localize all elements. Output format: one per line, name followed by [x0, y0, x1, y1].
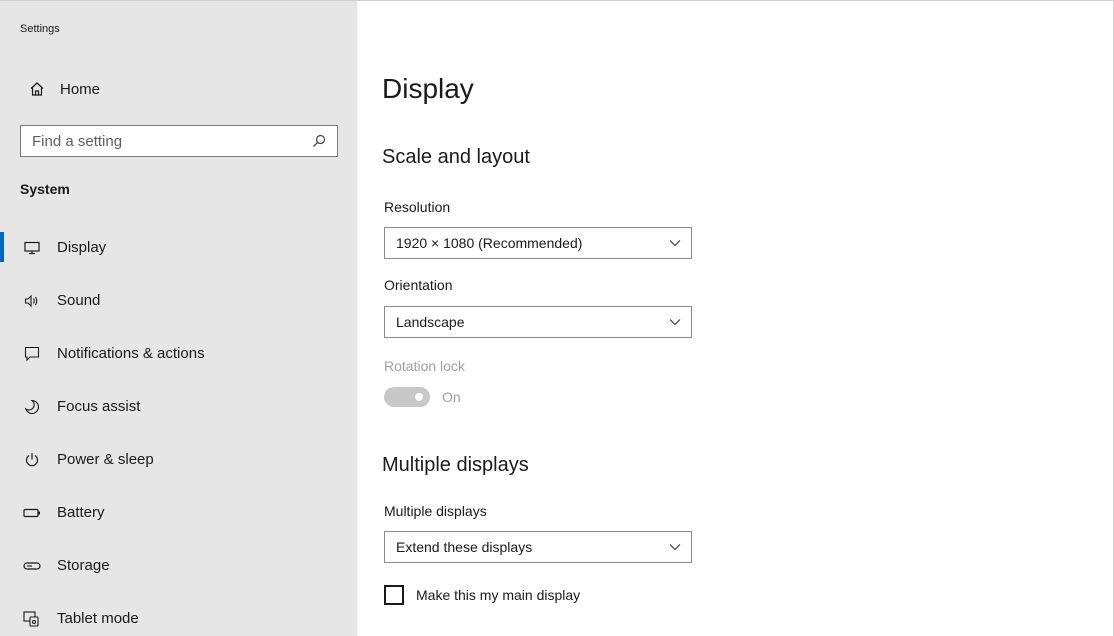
sidebar-item-label: Notifications & actions — [57, 345, 205, 362]
section-heading-scale-layout: Scale and layout — [382, 146, 530, 168]
app-title: Settings — [20, 23, 60, 35]
sidebar-item-display[interactable]: Display — [0, 221, 357, 274]
main-display-checkbox-row[interactable]: Make this my main display — [384, 585, 580, 605]
sidebar-item-storage[interactable]: Storage — [0, 539, 357, 592]
sidebar-item-power-sleep[interactable]: Power & sleep — [0, 433, 357, 486]
tablet-mode-icon — [23, 610, 41, 628]
search-input[interactable] — [32, 132, 292, 150]
sidebar-item-label: Battery — [57, 504, 105, 521]
moon-icon — [23, 398, 41, 416]
orientation-dropdown[interactable]: Landscape — [384, 306, 692, 338]
multiple-displays-dropdown[interactable]: Extend these displays — [384, 531, 692, 563]
resolution-value: 1920 × 1080 (Recommended) — [396, 235, 583, 251]
resolution-dropdown[interactable]: 1920 × 1080 (Recommended) — [384, 227, 692, 259]
orientation-label: Orientation — [384, 277, 453, 293]
home-icon — [28, 80, 46, 98]
page-title: Display — [382, 73, 474, 104]
monitor-icon — [23, 239, 41, 257]
main-content: Display Scale and layout Resolution 1920… — [357, 1, 1113, 636]
toggle-knob — [415, 393, 423, 401]
sidebar-item-label: Power & sleep — [57, 451, 154, 468]
orientation-value: Landscape — [396, 314, 465, 330]
power-icon — [23, 451, 41, 469]
multiple-displays-value: Extend these displays — [396, 539, 533, 555]
sidebar-item-label: Display — [57, 239, 107, 256]
notification-icon — [23, 345, 41, 363]
battery-icon — [23, 504, 41, 522]
sidebar-item-label: Tablet mode — [57, 610, 139, 627]
sidebar-item-battery[interactable]: Battery — [0, 486, 357, 539]
section-heading-multiple-displays: Multiple displays — [382, 454, 529, 476]
chevron-down-icon — [668, 540, 682, 554]
sidebar-item-label: Sound — [57, 292, 101, 309]
sidebar-item-label: Storage — [57, 557, 110, 574]
storage-icon — [23, 557, 41, 575]
sidebar-item-label: Focus assist — [57, 398, 141, 415]
rotation-lock-state: On — [442, 389, 461, 405]
settings-window: Settings Home System — [0, 0, 1114, 636]
sidebar: Settings Home System — [0, 1, 357, 636]
rotation-lock-row: On — [384, 387, 461, 407]
home-nav-item[interactable]: Home — [28, 78, 100, 100]
search-icon[interactable] — [311, 133, 327, 149]
home-label: Home — [60, 80, 101, 98]
sidebar-item-sound[interactable]: Sound — [0, 274, 357, 327]
sidebar-item-tablet-mode[interactable]: Tablet mode — [0, 592, 357, 636]
chevron-down-icon — [668, 315, 682, 329]
main-display-checkbox[interactable] — [384, 585, 404, 605]
section-label-system: System — [20, 181, 70, 197]
sidebar-item-focus-assist[interactable]: Focus assist — [0, 380, 357, 433]
speaker-icon — [23, 292, 41, 310]
multiple-displays-label: Multiple displays — [384, 503, 487, 519]
chevron-down-icon — [668, 236, 682, 250]
search-box[interactable] — [20, 125, 338, 157]
rotation-lock-toggle[interactable] — [384, 387, 430, 407]
sidebar-item-notifications[interactable]: Notifications & actions — [0, 327, 357, 380]
rotation-lock-label: Rotation lock — [384, 358, 465, 374]
main-display-label: Make this my main display — [416, 587, 581, 603]
sidebar-nav: Display Sound Notifications & actions Fo… — [0, 221, 357, 636]
resolution-label: Resolution — [384, 199, 451, 215]
